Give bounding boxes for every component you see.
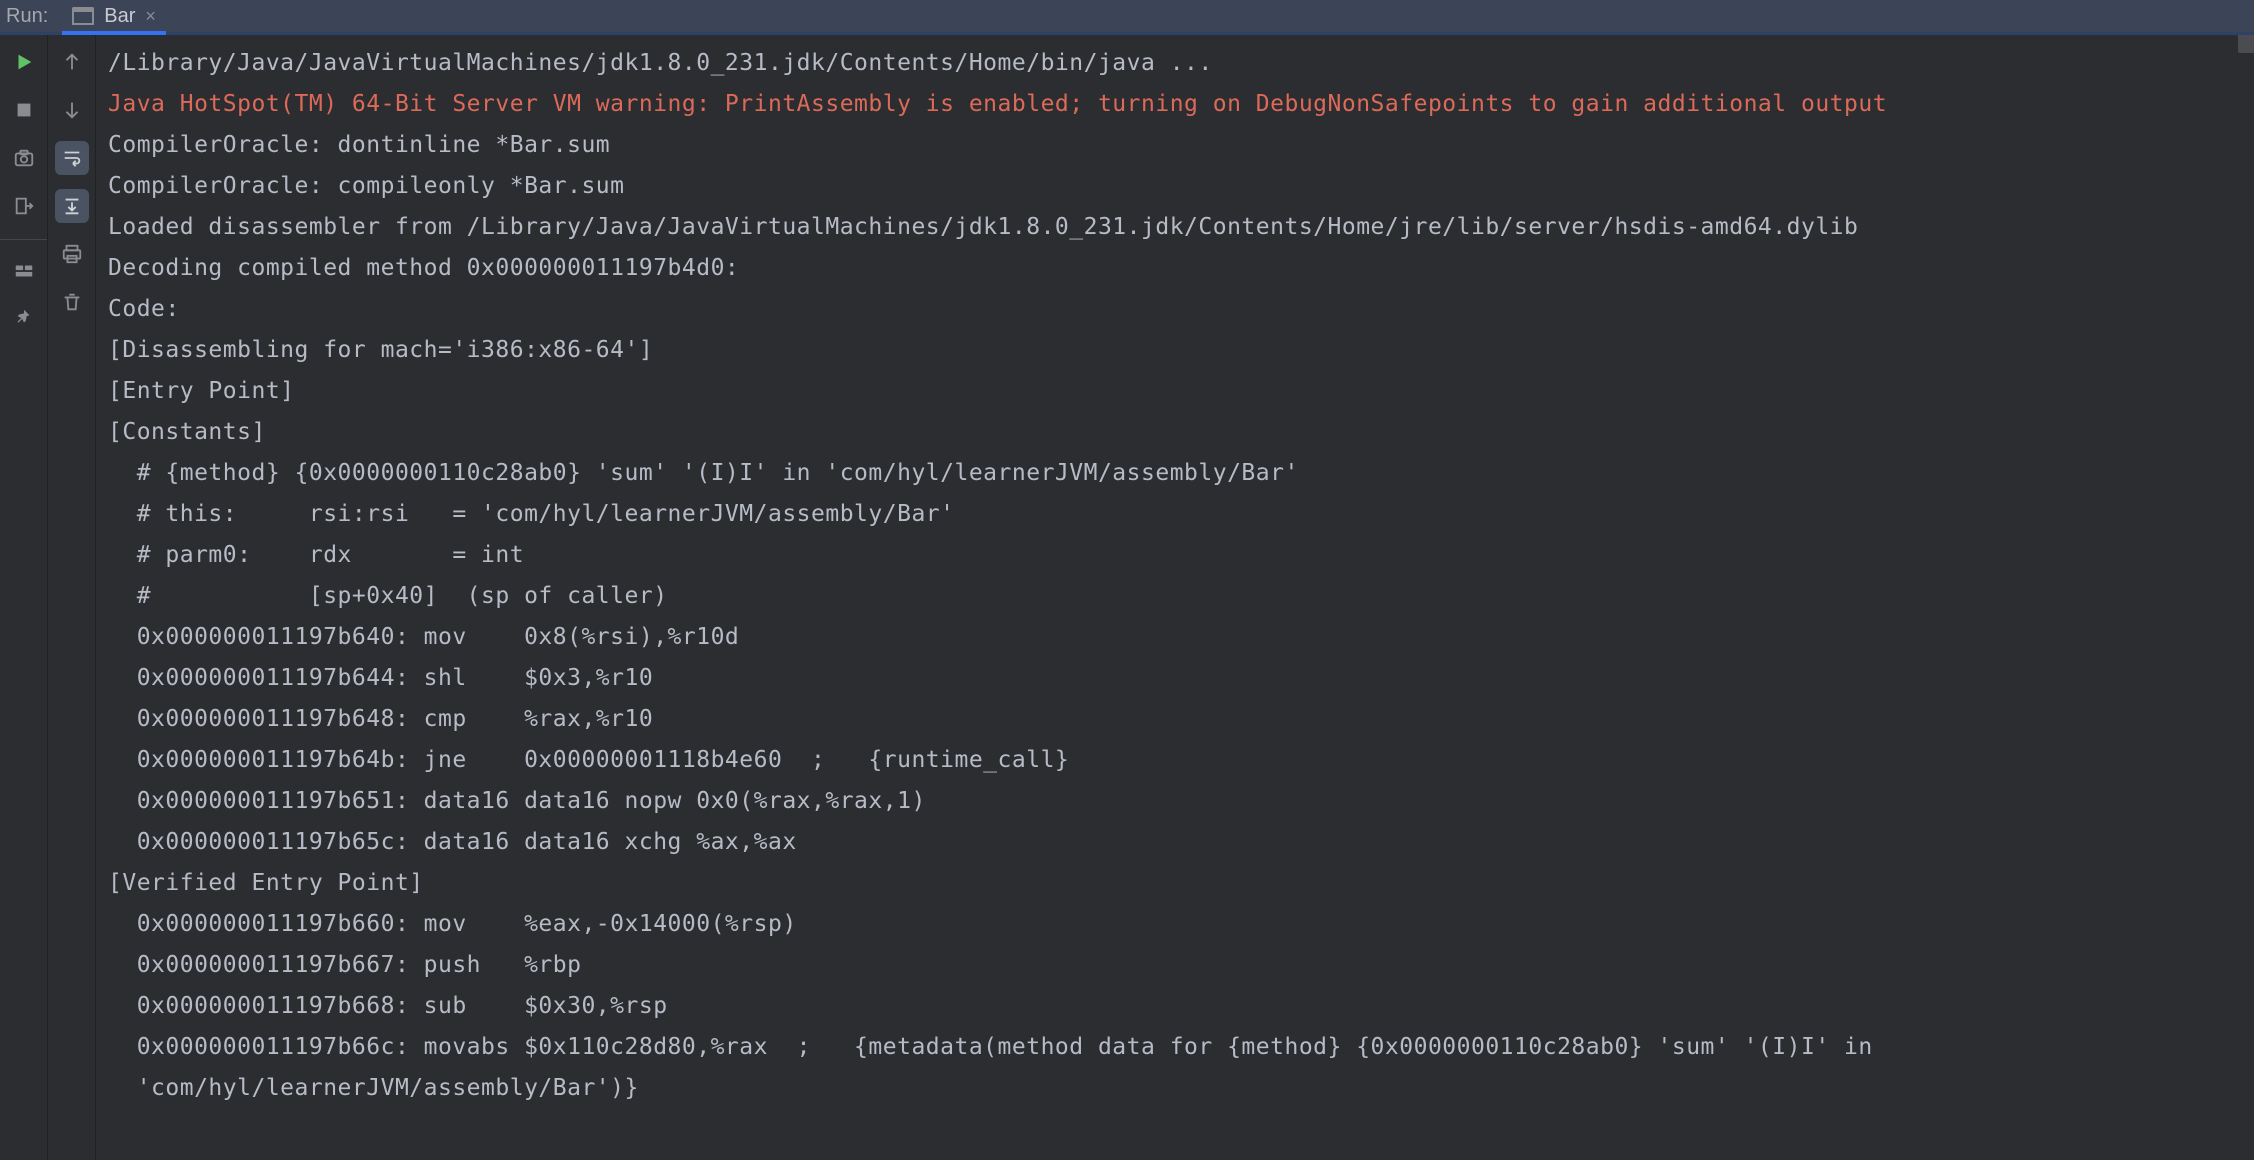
console-line: [Entry Point] <box>108 371 2244 412</box>
rerun-button[interactable] <box>7 45 41 79</box>
exit-icon <box>13 195 35 217</box>
layout-icon <box>13 260 35 282</box>
console-line: Code: <box>108 289 2244 330</box>
console-line: 0x000000011197b65c: data16 data16 xchg %… <box>108 822 2244 863</box>
console-line: # parm0: rdx = int <box>108 535 2244 576</box>
application-icon <box>72 7 94 25</box>
arrow-down-icon <box>61 99 83 121</box>
layout-button[interactable] <box>0 239 47 287</box>
console-line: 'com/hyl/learnerJVM/assembly/Bar')} <box>108 1068 2244 1109</box>
trash-icon <box>61 291 83 313</box>
arrow-up-icon <box>61 51 83 73</box>
stop-button[interactable] <box>7 93 41 127</box>
console-line: CompilerOracle: compileonly *Bar.sum <box>108 166 2244 207</box>
console-line: Loaded disassembler from /Library/Java/J… <box>108 207 2244 248</box>
console-line: 0x000000011197b660: mov %eax,-0x14000(%r… <box>108 904 2244 945</box>
console-line: 0x000000011197b667: push %rbp <box>108 945 2244 986</box>
console-line: # {method} {0x0000000110c28ab0} 'sum' '(… <box>108 453 2244 494</box>
dump-threads-button[interactable] <box>7 141 41 175</box>
printer-icon <box>61 243 83 265</box>
up-stack-button[interactable] <box>55 45 89 79</box>
camera-icon <box>13 147 35 169</box>
run-actions-gutter <box>0 35 48 1160</box>
clear-all-button[interactable] <box>55 285 89 319</box>
print-button[interactable] <box>55 237 89 271</box>
console-line: [Disassembling for mach='i386:x86-64'] <box>108 330 2244 371</box>
tab-bar[interactable]: Bar × <box>62 0 166 32</box>
console-line: CompilerOracle: dontinline *Bar.sum <box>108 125 2244 166</box>
console-line: [Verified Entry Point] <box>108 863 2244 904</box>
run-label: Run: <box>6 5 62 28</box>
pin-icon <box>13 307 35 329</box>
down-stack-button[interactable] <box>55 93 89 127</box>
console-line: # [sp+0x40] (sp of caller) <box>108 576 2244 617</box>
scroll-to-end-icon <box>61 195 83 217</box>
console-line: /Library/Java/JavaVirtualMachines/jdk1.8… <box>108 43 2244 84</box>
console-line: 0x000000011197b651: data16 data16 nopw 0… <box>108 781 2244 822</box>
console-line: 0x000000011197b648: cmp %rax,%r10 <box>108 699 2244 740</box>
console-line: 0x000000011197b66c: movabs $0x110c28d80,… <box>108 1027 2244 1068</box>
console-line: # this: rsi:rsi = 'com/hyl/learnerJVM/as… <box>108 494 2244 535</box>
tab-label: Bar <box>104 5 135 28</box>
pin-button[interactable] <box>7 301 41 335</box>
console-line: 0x000000011197b668: sub $0x30,%rsp <box>108 986 2244 1027</box>
console-line: 0x000000011197b64b: jne 0x00000001118b4e… <box>108 740 2244 781</box>
run-panel-body: /Library/Java/JavaVirtualMachines/jdk1.8… <box>0 35 2254 1160</box>
console-actions-gutter <box>48 35 96 1160</box>
console-line: Decoding compiled method 0x000000011197b… <box>108 248 2244 289</box>
console-line: Java HotSpot(TM) 64-Bit Server VM warnin… <box>108 84 2244 125</box>
run-panel-header: Run: Bar × <box>0 0 2254 35</box>
exit-button[interactable] <box>7 189 41 223</box>
console-line: 0x000000011197b644: shl $0x3,%r10 <box>108 658 2244 699</box>
soft-wrap-icon <box>61 147 83 169</box>
play-icon <box>13 51 35 73</box>
console-output[interactable]: /Library/Java/JavaVirtualMachines/jdk1.8… <box>96 35 2254 1160</box>
scroll-to-end-button[interactable] <box>55 189 89 223</box>
console-line: 0x000000011197b640: mov 0x8(%rsi),%r10d <box>108 617 2244 658</box>
stop-icon <box>13 99 35 121</box>
soft-wrap-button[interactable] <box>55 141 89 175</box>
console-line: [Constants] <box>108 412 2244 453</box>
close-icon[interactable]: × <box>145 6 156 27</box>
